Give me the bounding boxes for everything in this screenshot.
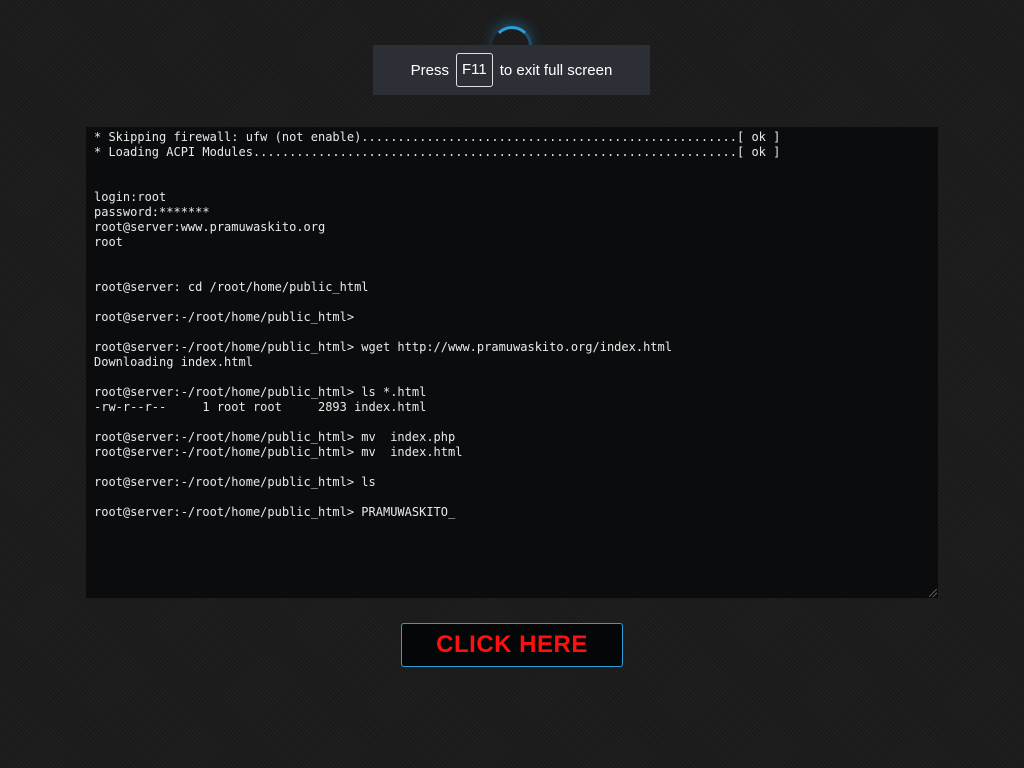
terminal-line: -rw-r--r-- 1 root root 2893 index.html [94,400,427,414]
terminal-line: password:******* [94,205,210,219]
terminal-line: root@server:-/root/home/public_html> ls … [94,385,427,399]
f11-key: F11 [456,53,493,87]
fullscreen-notice-suffix: to exit full screen [499,61,613,79]
terminal-line: * Skipping firewall: ufw (not enable)...… [94,130,781,144]
terminal-line: root@server:-/root/home/public_html> mv … [94,430,456,444]
terminal-line: root@server:-/root/home/public_html> wge… [94,340,672,354]
terminal-line: root@server:www.pramuwaskito.org [94,220,326,234]
terminal-line: root@server:-/root/home/public_html> [94,310,355,324]
terminal-line: root [94,235,123,249]
fullscreen-notice-prefix: Press [410,61,450,79]
terminal-line: root@server: cd /root/home/public_html [94,280,369,294]
terminal-line: * Loading ACPI Modules..................… [94,145,781,159]
terminal-line: root@server:-/root/home/public_html> PRA… [94,505,456,519]
resize-grip-icon[interactable] [929,589,937,597]
terminal-line: Downloading index.html [94,355,253,369]
terminal-line: login:root [94,190,167,204]
terminal-line: root@server:-/root/home/public_html> mv … [94,445,463,459]
terminal-textarea[interactable]: * Skipping firewall: ufw (not enable)...… [86,127,938,598]
terminal-line: root@server:-/root/home/public_html> ls [94,475,376,489]
click-here-button[interactable]: CLICK HERE [401,623,623,667]
fullscreen-notice: Press F11 to exit full screen [373,45,650,95]
